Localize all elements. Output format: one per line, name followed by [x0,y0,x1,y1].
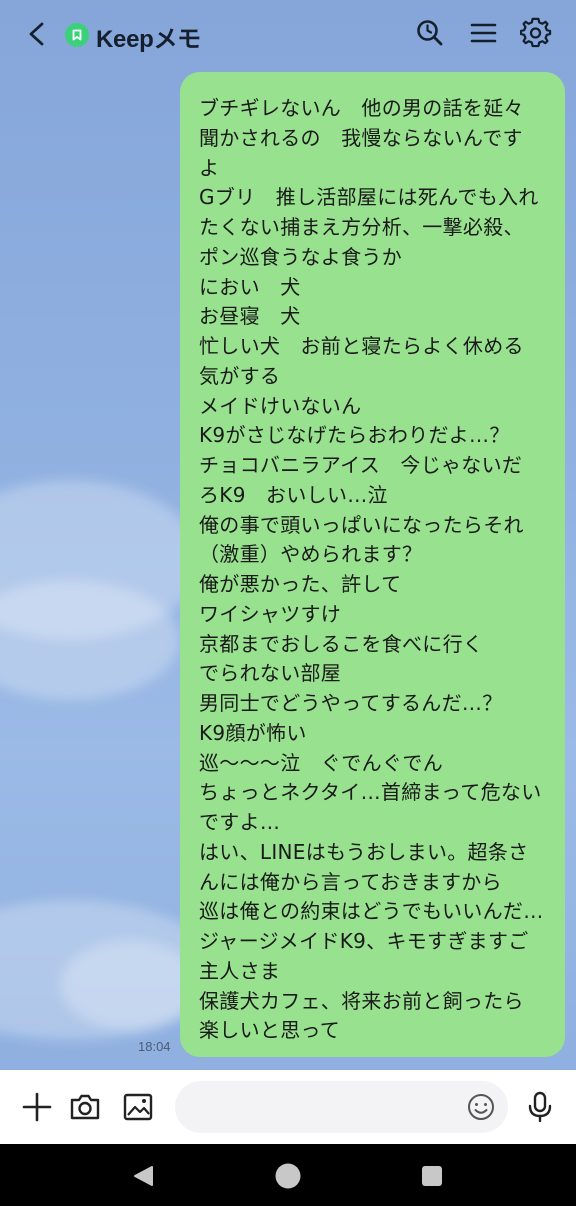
message-line: 聞かされるの 我慢ならないんです [199,125,523,150]
message-line: 京都までおしるこを食べに行く [199,631,484,656]
input-bar [0,1070,576,1144]
message-line: におい 犬 [199,274,301,299]
message-line: 巡は俺との約束はどうでもいいんだ… [199,899,544,924]
message-text: ブチギレないん 他の男の話を延々 聞かされるの 我慢ならないんですよ Gブリ 推し活… [199,94,553,1046]
message-line: ですよ… [199,810,281,834]
message-line: Gブリ 推し活部屋には死んでも入れ [199,185,539,210]
message-line: 楽しいと思って [199,1018,341,1043]
image-icon[interactable] [121,1090,155,1124]
keep-badge-icon [65,23,89,47]
message-line: よ [199,155,220,180]
nav-recents-icon[interactable] [420,1164,444,1188]
menu-icon[interactable] [468,17,500,49]
message-line: K9がさじなげたらおわりだよ…？ [199,423,510,448]
message-line: チョコバニラアイス 今じゃないだ [199,453,523,477]
back-icon[interactable] [22,18,52,50]
message-line: 巡〜〜〜泣 ぐでんぐでん [199,750,443,775]
message-line: 主人さま [199,958,281,983]
system-navigation-bar [0,1144,576,1206]
room-title[interactable]: Keepメモ [96,19,201,54]
message-line: 俺が悪かった、許して [199,572,402,596]
search-icon[interactable] [414,17,446,49]
message-line: ポン巡食うなよ食うか [199,244,402,269]
message-line: たくない捕まえ方分析、一撃必殺、 [199,215,524,239]
message-line: お昼寝 犬 [199,304,301,329]
message-line: ジャージメイドK9、キモすぎますご [199,929,529,953]
settings-icon[interactable] [520,17,552,49]
message-input[interactable] [175,1081,508,1133]
plus-icon[interactable] [20,1090,54,1124]
message-line: ろK9 おいしい…泣 [199,482,388,507]
nav-home-icon[interactable] [274,1162,302,1190]
message-line: 男同士でどうやってするんだ…？ [199,691,503,715]
message-line: はい、LINEはもうおしまい。超条さ [199,839,529,864]
message-line: んには俺から言っておきますから [199,869,502,894]
cloud-decoration [60,940,200,1030]
message-line: 忙しい犬 お前と寝たらよく休める [199,334,524,358]
message-line: メイドけいないん [199,393,362,418]
nav-back-icon[interactable] [131,1164,155,1188]
message-line: 保護犬カフェ、将来お前と飼ったら [199,988,524,1013]
message-line: ブチギレないん 他の男の話を延々 [199,96,524,120]
camera-icon[interactable] [68,1090,102,1124]
message-line: K9顔が怖い [199,720,307,745]
message-line: ワイシャツすけ [199,601,342,626]
message-line: 俺の事で頭いっぱいになったらそれ [199,512,524,537]
chat-header: Keepメモ [0,0,576,68]
mic-icon[interactable] [523,1090,557,1124]
message-line: 気がする [199,363,281,388]
message-line: でられない部屋 [199,661,342,686]
message-line: ちょっとネクタイ…首締まって危ない [199,780,542,805]
emoji-icon[interactable] [466,1092,496,1122]
message-timestamp: 18:04 [138,1039,171,1054]
message-line: （激重）やめられます？ [199,542,423,567]
message-bubble[interactable]: ブチギレないん 他の男の話を延々 聞かされるの 我慢ならないんですよ Gブリ 推し活… [180,72,565,1057]
